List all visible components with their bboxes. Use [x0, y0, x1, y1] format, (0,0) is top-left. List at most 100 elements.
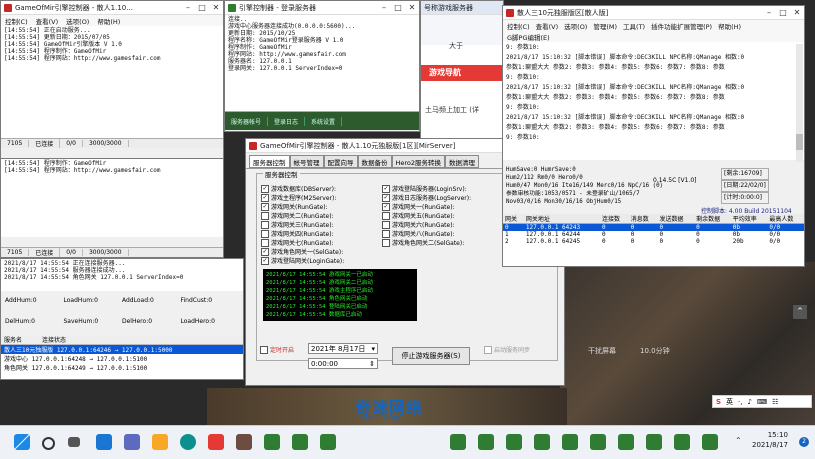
mir-app-icon[interactable]	[618, 434, 634, 450]
tab-accounts[interactable]: 服务器帐号	[225, 116, 269, 126]
chat-icon[interactable]	[124, 434, 140, 450]
mir-app-icon[interactable]	[534, 434, 550, 450]
check-rungate8[interactable]: 游戏网关八(RunGate):	[382, 229, 471, 238]
menu-help[interactable]: 帮助(H)	[97, 16, 120, 26]
checkbox[interactable]	[484, 345, 492, 354]
checkbox[interactable]	[261, 220, 269, 229]
check-dbserver[interactable]: ✓ 游戏数据库(DBServer):	[261, 184, 344, 193]
menu-script-edit[interactable]: G脚PG编辑(E)	[507, 32, 550, 42]
browser-nav[interactable]: 游戏导航	[421, 65, 503, 81]
checkbox[interactable]	[382, 229, 390, 238]
checkbox[interactable]: ✓	[261, 256, 269, 265]
stop-server-button[interactable]: 停止游戏服务器(S)	[392, 347, 470, 365]
checkbox[interactable]: ✓	[382, 193, 390, 202]
table-row[interactable]: 0 127.0.0.1 64243 0 0 0 0 0b 0/0	[503, 223, 804, 231]
notification-badge[interactable]: 2	[799, 437, 809, 447]
check-rungate5[interactable]: 游戏网关五(RunGate):	[382, 211, 471, 220]
check-rungate7[interactable]: 游戏网关七(RunGate):	[261, 238, 344, 247]
checkbox[interactable]	[261, 238, 269, 247]
widgets-icon[interactable]	[96, 434, 112, 450]
close-icon[interactable]: ✕	[790, 6, 804, 19]
app-icon[interactable]	[208, 434, 224, 450]
tab-config-wizard[interactable]: 配置向导	[323, 155, 358, 168]
maximize-icon[interactable]: □	[391, 1, 405, 14]
mir-app-icon[interactable]	[450, 434, 466, 450]
mir-app-icon[interactable]	[674, 434, 690, 450]
tab-login-log[interactable]: 登录日志	[268, 116, 306, 126]
search-icon[interactable]	[42, 437, 55, 450]
mir-app-icon[interactable]	[702, 434, 718, 450]
menu-view[interactable]: 查看(V)	[36, 16, 59, 26]
mir-app-icon[interactable]	[562, 434, 578, 450]
timer-checkbox[interactable]: 定时开启	[260, 345, 294, 354]
check-selgate1[interactable]: ✓ 游戏角色网关一(SelGate):	[261, 247, 344, 256]
log-scrollbar[interactable]	[796, 44, 803, 162]
task-view-icon[interactable]	[68, 437, 80, 447]
folder-icon[interactable]	[152, 434, 168, 450]
minimize-icon[interactable]: –	[762, 6, 776, 19]
checkbox[interactable]	[382, 211, 390, 220]
tab-settings[interactable]: 系统设置	[305, 116, 343, 126]
start-icon[interactable]	[14, 434, 30, 450]
tab-account-manage[interactable]: 帐号管理	[289, 155, 324, 168]
scroll-up-arrow-icon[interactable]: ⌃	[793, 305, 807, 319]
check-logingate[interactable]: ✓ 游戏登陆网关(LoginGate):	[261, 256, 344, 265]
checkbox[interactable]: ✓	[261, 193, 269, 202]
checkbox[interactable]: ✓	[261, 202, 269, 211]
ime-toolbar[interactable]: S 英 ·, ♪ ⌨ ☷	[712, 395, 812, 408]
list-item[interactable]: 游戏中心 127.0.0.1:64248 → 127.0.0.1:5100	[1, 354, 243, 363]
date-picker[interactable]: 2021年 8月17日 ▾	[308, 343, 378, 354]
checkbox[interactable]: ✓	[382, 202, 390, 211]
table-row[interactable]: 1 127.0.0.1 64244 0 0 0 0 0b 0/0	[503, 231, 804, 238]
minimize-icon[interactable]: –	[377, 1, 391, 14]
game-window-icon[interactable]	[236, 434, 252, 450]
check-rungate1[interactable]: ✓ 游戏网关一(RunGate):	[382, 202, 471, 211]
menu-tools[interactable]: 工具(T)	[623, 21, 645, 31]
table-row[interactable]: 2 127.0.0.1 64245 0 0 0 0 20b 0/0	[503, 238, 804, 245]
title-bar[interactable]: 散人三10元独服版区[散人版]	[503, 6, 804, 20]
mir-app-icon[interactable]	[506, 434, 522, 450]
check-loginsrv[interactable]: ✓ 游戏登陆服务器(LoginSrv):	[382, 184, 471, 193]
tab-backup[interactable]: 数据备份	[357, 155, 392, 168]
checkbox[interactable]: ✓	[382, 184, 390, 193]
checkbox[interactable]	[261, 211, 269, 220]
check-rungate3[interactable]: 游戏网关三(RunGate):	[261, 220, 344, 229]
check-m2server[interactable]: ✓ 游戏主程序(M2Server):	[261, 193, 344, 202]
check-rungate4[interactable]: 游戏网关四(RunGate):	[261, 229, 344, 238]
check-rungate6[interactable]: 游戏网关六(RunGate):	[382, 220, 471, 229]
minimize-icon[interactable]: –	[181, 1, 195, 14]
mir-app-icon[interactable]	[264, 434, 280, 450]
mir-app-icon[interactable]	[646, 434, 662, 450]
mir-app-icon[interactable]	[478, 434, 494, 450]
tab-server-control[interactable]: 服务器控制	[249, 155, 290, 168]
checkbox[interactable]	[261, 229, 269, 238]
menu-options[interactable]: 选项(O)	[564, 21, 587, 31]
list-item[interactable]: 角色网关 127.0.0.1:64249 → 127.0.0.1:5100	[1, 363, 243, 372]
menu-plugins[interactable]: 插件功能扩展管理(P)	[651, 21, 712, 31]
maximize-icon[interactable]: □	[776, 6, 790, 19]
time-input[interactable]: 0:00:00 ⇕	[308, 358, 378, 369]
browser-tab[interactable]: 号称游戏服务器	[421, 1, 503, 15]
close-icon[interactable]: ✕	[209, 1, 223, 14]
tab-hero2-convert[interactable]: Hero2服务转换	[391, 155, 446, 168]
checkbox[interactable]: ✓	[261, 247, 269, 256]
menu-view[interactable]: 查看(V)	[536, 21, 559, 31]
menu-manage[interactable]: 管理(M)	[593, 21, 617, 31]
check-selgate2[interactable]: 游戏角色网关二(SelGate):	[382, 238, 471, 247]
mir-app-icon[interactable]	[320, 434, 336, 450]
checkbox[interactable]: ✓	[261, 184, 269, 193]
check-rungate2[interactable]: 游戏网关二(RunGate):	[261, 211, 344, 220]
tray-chevron-icon[interactable]: ⌃	[735, 436, 742, 445]
checkbox[interactable]	[382, 238, 390, 247]
mir-app-icon[interactable]	[292, 434, 308, 450]
menu-control[interactable]: 控制(C)	[507, 21, 530, 31]
list-item[interactable]: 散人三10元独服版 127.0.0.1:64246 → 127.0.0.1:50…	[1, 345, 243, 354]
menu-help[interactable]: 帮助(H)	[718, 21, 741, 31]
close-icon[interactable]: ✕	[405, 1, 419, 14]
mir-app-icon[interactable]	[590, 434, 606, 450]
edge-icon[interactable]	[180, 434, 196, 450]
check-rungate[interactable]: ✓ 游戏网关(RunGate):	[261, 202, 344, 211]
checkbox[interactable]	[260, 345, 268, 354]
menu-options[interactable]: 选项(O)	[66, 16, 89, 26]
maximize-icon[interactable]: □	[195, 1, 209, 14]
